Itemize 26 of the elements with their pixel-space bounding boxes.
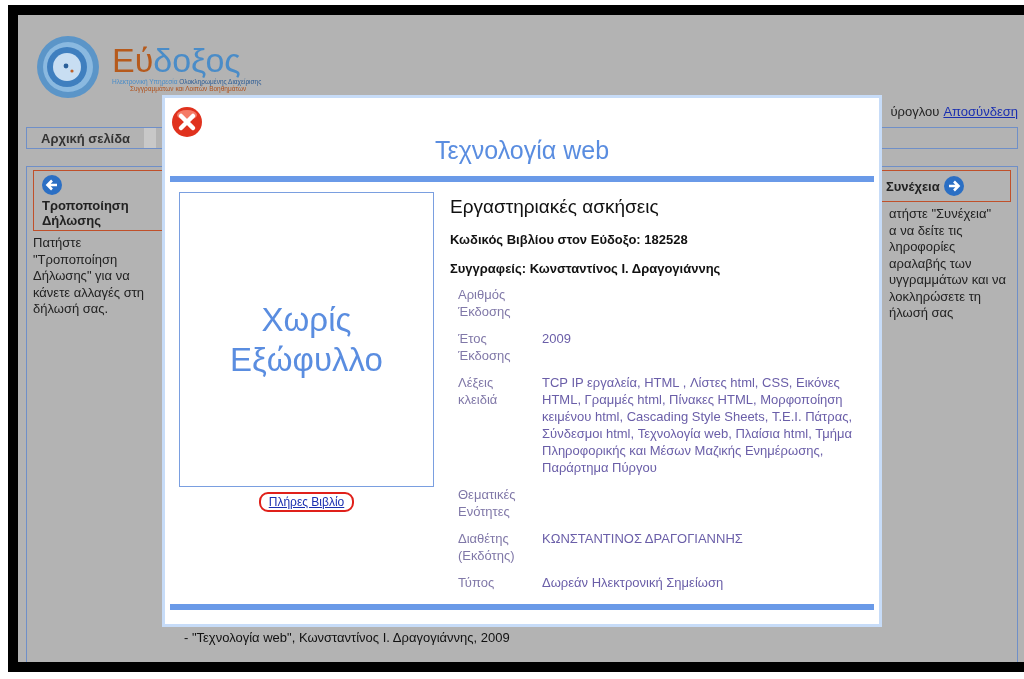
- close-icon[interactable]: [170, 106, 204, 138]
- detail-value: Δωρεάν Ηλεκτρονική Σημείωση: [542, 575, 724, 590]
- detail-value: ΚΩΝΣΤΑΝΤΙΝΟΣ ΔΡΑΓΟΓΙΑΝΝΗΣ: [542, 531, 743, 546]
- book-subtitle: Εργαστηριακές ασκήσεις: [450, 196, 660, 218]
- instruction-text: ατήστε "Συνέχεια" α να δείτε τις ληροφορίες αραλαβής των υγγραμμάτων και να λοκληρώσετε τη ήλωσή σας: [889, 206, 1008, 322]
- detail-value: TCP IP εργαλεία, HTML , Λίστες html, CSS, Εικόνες HTML, Γραμμές html, Πίνακες HTML, Μορφοποίηση κειμένου html, Cascading Style Sheets, Τ.Ε.Ι. Πάτρας, Σύνδεσμοι html, Τεχνολογία web, Πλαίσια html, Τμήμα Πληροφορικής και Μέσων Μαζικής Ενημέρωσης, Παράρτημα Πύργου: [542, 375, 853, 475]
- detail-label: Αριθμός Έκδοσης: [458, 286, 512, 320]
- book-authors: Συγγραφείς: Κωνσταντίνος Ι. Δραγογιάννης: [450, 261, 722, 276]
- instruction-text: Πατήστε "Τροποποίηση Δήλωσης" για να κάνετε αλλαγές στη δήλωσή σας.: [33, 235, 146, 318]
- user-name: ύρογλου: [890, 104, 940, 119]
- nav-tab-edge: [144, 128, 157, 148]
- detail-label: Τύπος: [458, 574, 496, 591]
- dialog-title: Τεχνολογία web: [433, 136, 611, 166]
- detail-label: Λέξεις κλειδιά: [458, 374, 499, 409]
- no-cover-text: Χωρίς Εξώφυλλο: [229, 299, 384, 380]
- detail-label: Θεματικές Ενότητες: [458, 486, 517, 520]
- nav-tab[interactable]: Αρχική σελίδα: [27, 128, 145, 148]
- detail-label: Έτος Έκδοσης: [458, 330, 512, 364]
- logout-link[interactable]: Αποσύνδεση: [943, 104, 1018, 119]
- book-code: Κωδικός Βιβλίου στον Εύδοξο: 182528: [450, 232, 689, 247]
- continue-button[interactable]: Συνέχεια: [881, 170, 1011, 202]
- full-book-link[interactable]: Πλήρες Βιβλίο: [258, 492, 355, 512]
- detail-value: 2009: [542, 331, 571, 346]
- logo-title: Εύδοξος: [112, 42, 241, 78]
- book-list-item: - "Τεχνολογία web", Κωνσταντίνος Ι. Δραγογιάννης, 2009: [184, 630, 511, 645]
- detail-label: Διαθέτης (Εκδότης): [458, 530, 516, 564]
